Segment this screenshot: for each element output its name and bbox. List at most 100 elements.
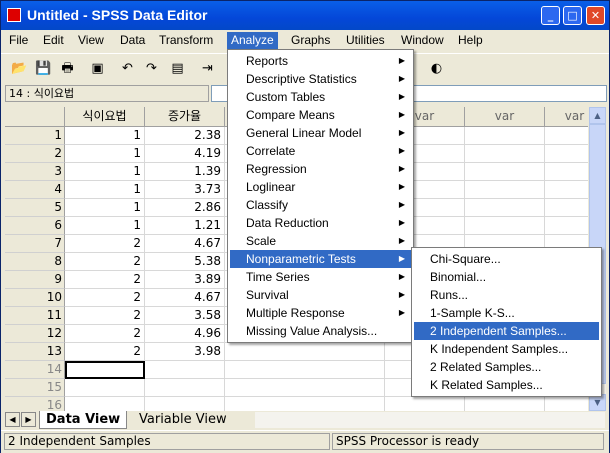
row-number[interactable]: 8 (5, 253, 65, 271)
data-cell[interactable]: 3.89 (145, 271, 225, 289)
print-icon[interactable]: 🖶 (57, 58, 78, 79)
data-cell[interactable]: 1 (65, 199, 145, 217)
minimize-button[interactable]: _ (541, 6, 560, 25)
analyze-menu-item[interactable]: Custom Tables ▶ (230, 88, 411, 106)
row-number[interactable]: 16 (5, 397, 65, 411)
data-cell[interactable] (145, 397, 225, 411)
data-cell[interactable]: 4.67 (145, 289, 225, 307)
data-cell[interactable]: 2 (65, 343, 145, 361)
menu-data[interactable]: Data (116, 32, 149, 49)
analyze-menu-item[interactable]: Regression ▶ (230, 160, 411, 178)
analyze-menu-item[interactable]: Scale ▶ (230, 232, 411, 250)
data-cell[interactable] (465, 163, 545, 181)
data-cell[interactable]: 5.38 (145, 253, 225, 271)
row-number[interactable]: 11 (5, 307, 65, 325)
analyze-menu-item[interactable]: Nonparametric Tests ▶ (230, 250, 411, 268)
data-cell[interactable] (545, 199, 588, 217)
scroll-up-icon[interactable]: ▲ (589, 107, 606, 124)
tab-data-view[interactable]: Data View (39, 411, 128, 429)
data-cell[interactable]: 3.58 (145, 307, 225, 325)
open-icon[interactable]: 📂 (9, 58, 30, 79)
analyze-menu-item[interactable]: Missing Value Analysis... (230, 322, 411, 340)
redo-icon[interactable]: ↷ (141, 58, 162, 79)
data-cell[interactable] (465, 181, 545, 199)
data-cell[interactable] (465, 199, 545, 217)
tab-variable-view[interactable]: Variable View (133, 411, 233, 429)
row-number[interactable]: 15 (5, 379, 65, 397)
data-cell[interactable] (225, 361, 385, 379)
data-cell[interactable]: 4.19 (145, 145, 225, 163)
analyze-menu-item[interactable]: General Linear Model ▶ (230, 124, 411, 142)
analyze-menu-item[interactable]: Data Reduction ▶ (230, 214, 411, 232)
data-cell[interactable]: 2 (65, 307, 145, 325)
analyze-menu-item[interactable]: Descriptive Statistics ▶ (230, 70, 411, 88)
column-header[interactable]: 식이요법 (65, 107, 145, 127)
column-header[interactable]: var (465, 107, 545, 127)
data-cell[interactable]: 3.73 (145, 181, 225, 199)
menu-analyze[interactable]: Analyze (227, 32, 278, 49)
row-number[interactable]: 12 (5, 325, 65, 343)
goto-chart-icon[interactable]: ▤ (167, 58, 188, 79)
nonparametric-menu-item[interactable]: Chi-Square... (414, 250, 599, 268)
horizontal-scrollbar[interactable] (255, 412, 605, 428)
data-cell[interactable] (545, 127, 588, 145)
data-cell[interactable]: 1.21 (145, 217, 225, 235)
row-number[interactable]: 5 (5, 199, 65, 217)
data-cell[interactable] (65, 361, 145, 379)
data-cell[interactable]: 2 (65, 271, 145, 289)
data-cell[interactable] (465, 217, 545, 235)
dialog-recall-icon[interactable]: ▣ (87, 58, 108, 79)
menu-graphs[interactable]: Graphs (287, 32, 334, 49)
data-cell[interactable]: 1 (65, 145, 145, 163)
data-cell[interactable] (225, 379, 385, 397)
goto-case-icon[interactable]: ⇥ (197, 58, 218, 79)
nonparametric-menu-item[interactable]: K Related Samples... (414, 376, 599, 394)
tab-next-icon[interactable]: ▶ (21, 412, 36, 427)
value-labels-icon[interactable]: ◐ (426, 58, 447, 79)
menu-window[interactable]: Window (397, 32, 448, 49)
data-cell[interactable]: 2 (65, 235, 145, 253)
data-cell[interactable] (545, 397, 588, 411)
nonparametric-menu-item[interactable]: Runs... (414, 286, 599, 304)
nonparametric-menu-item[interactable]: 2 Related Samples... (414, 358, 599, 376)
column-header[interactable]: var (545, 107, 588, 127)
row-number[interactable]: 10 (5, 289, 65, 307)
data-cell[interactable]: 3.98 (145, 343, 225, 361)
data-cell[interactable]: 4.67 (145, 235, 225, 253)
data-cell[interactable]: 2 (65, 289, 145, 307)
data-cell[interactable]: 1.39 (145, 163, 225, 181)
data-cell[interactable] (145, 379, 225, 397)
tab-prev-icon[interactable]: ◀ (5, 412, 20, 427)
menu-view[interactable]: View (74, 32, 108, 49)
analyze-menu-item[interactable]: Reports ▶ (230, 52, 411, 70)
row-number[interactable]: 13 (5, 343, 65, 361)
data-cell[interactable] (385, 397, 465, 411)
row-number[interactable]: 7 (5, 235, 65, 253)
close-button[interactable]: ✕ (586, 6, 605, 25)
save-icon[interactable]: 💾 (33, 58, 54, 79)
row-number[interactable]: 3 (5, 163, 65, 181)
nonparametric-menu-item[interactable]: K Independent Samples... (414, 340, 599, 358)
data-cell[interactable] (145, 361, 225, 379)
data-cell[interactable]: 1 (65, 127, 145, 145)
data-cell[interactable]: 1 (65, 163, 145, 181)
data-cell[interactable] (225, 397, 385, 411)
menu-transform[interactable]: Transform (155, 32, 217, 49)
data-cell[interactable]: 1 (65, 217, 145, 235)
row-number[interactable]: 14 (5, 361, 65, 379)
analyze-menu-item[interactable]: Loglinear ▶ (230, 178, 411, 196)
data-cell[interactable]: 2 (65, 325, 145, 343)
data-cell[interactable] (225, 343, 385, 361)
analyze-menu-item[interactable]: Classify ▶ (230, 196, 411, 214)
title-bar[interactable]: Untitled - SPSS Data Editor _ □ ✕ (1, 1, 609, 30)
menu-file[interactable]: File (5, 32, 32, 49)
analyze-menu-item[interactable]: Multiple Response ▶ (230, 304, 411, 322)
data-cell[interactable] (65, 379, 145, 397)
menu-help[interactable]: Help (454, 32, 487, 49)
menu-utilities[interactable]: Utilities (342, 32, 389, 49)
corner-cell[interactable] (5, 107, 65, 127)
data-cell[interactable] (545, 217, 588, 235)
maximize-button[interactable]: □ (563, 6, 582, 25)
nonparametric-menu-item[interactable]: 2 Independent Samples... (414, 322, 599, 340)
nonparametric-menu-item[interactable]: 1-Sample K-S... (414, 304, 599, 322)
